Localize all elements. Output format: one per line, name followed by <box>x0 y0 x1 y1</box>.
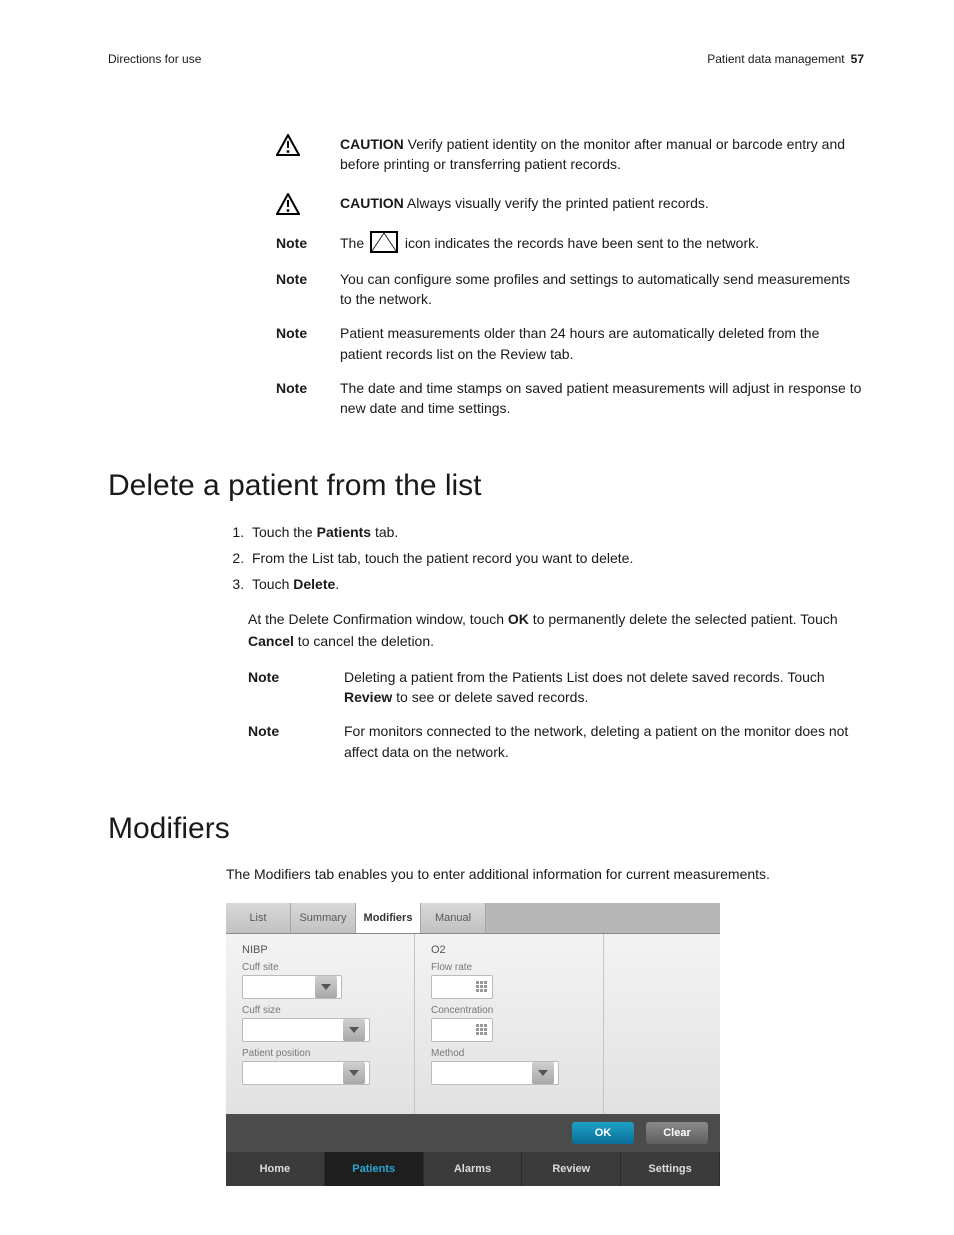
tab-modifiers[interactable]: Modifiers <box>356 903 421 933</box>
bottom-nav: Home Patients Alarms Review Settings <box>226 1152 720 1186</box>
note-label: Note <box>276 323 340 378</box>
note-row: Note Patient measurements older than 24 … <box>276 323 864 378</box>
nav-home[interactable]: Home <box>226 1152 325 1186</box>
caution-row: CAUTION Always visually verify the print… <box>276 193 864 215</box>
panel-title-nibp: NIBP <box>242 944 402 956</box>
envelope-icon <box>370 231 398 253</box>
input-cuff-size[interactable] <box>242 1018 370 1042</box>
note-label: Note <box>276 378 340 433</box>
caution-text: Always visually verify the printed patie… <box>407 195 709 211</box>
page-number: 57 <box>851 52 864 66</box>
label-cuff-site: Cuff site <box>242 962 402 973</box>
note-row: Note The date and time stamps on saved p… <box>276 378 864 433</box>
input-patient-position[interactable] <box>242 1061 370 1085</box>
caution-text: Verify patient identity on the monitor a… <box>340 136 845 172</box>
section-title-delete: Delete a patient from the list <box>108 469 864 503</box>
caution-icon <box>276 134 340 156</box>
device-screenshot: List Summary Modifiers Manual NIBP Cuff … <box>226 903 720 1186</box>
label-cuff-size: Cuff size <box>242 1005 402 1016</box>
note-text-post: icon indicates the records have been sen… <box>405 235 759 251</box>
ok-button[interactable]: OK <box>572 1122 634 1144</box>
note-text: For monitors connected to the network, d… <box>344 721 864 776</box>
note-row: Note Deleting a patient from the Patient… <box>248 667 864 722</box>
panel-o2: O2 Flow rate Concentration Method <box>414 934 603 1114</box>
caution-label: CAUTION <box>340 195 404 211</box>
label-method: Method <box>431 1048 591 1059</box>
tab-strip: List Summary Modifiers Manual <box>226 903 720 934</box>
nav-settings[interactable]: Settings <box>621 1152 720 1186</box>
step-1: Touch the Patients tab. <box>248 521 864 543</box>
step-3: Touch Delete. <box>248 573 864 595</box>
nav-review[interactable]: Review <box>522 1152 621 1186</box>
chevron-down-icon[interactable] <box>343 1062 365 1084</box>
note-text: The date and time stamps on saved patien… <box>340 378 864 433</box>
modifiers-intro-text: The Modifiers tab enables you to enter a… <box>226 864 864 885</box>
note-row: Note You can configure some profiles and… <box>276 269 864 324</box>
nav-alarms[interactable]: Alarms <box>424 1152 523 1186</box>
caution-icon <box>276 193 340 215</box>
note-label: Note <box>248 721 344 776</box>
chevron-down-icon[interactable] <box>315 976 337 998</box>
note-text: Patient measurements older than 24 hours… <box>340 323 864 378</box>
panel-nibp: NIBP Cuff site Cuff size Patient positio… <box>226 934 414 1114</box>
clear-button[interactable]: Clear <box>646 1122 708 1144</box>
note-label: Note <box>276 233 340 269</box>
label-concentration: Concentration <box>431 1005 591 1016</box>
input-method[interactable] <box>431 1061 559 1085</box>
running-header: Directions for use Patient data manageme… <box>108 52 864 66</box>
section-title-modifiers: Modifiers <box>108 812 864 846</box>
input-cuff-site[interactable] <box>242 975 342 999</box>
input-concentration[interactable] <box>431 1018 493 1042</box>
action-bar: OK Clear <box>226 1114 720 1152</box>
keypad-icon <box>476 981 488 993</box>
panel-empty <box>603 934 720 1114</box>
panel-title-o2: O2 <box>431 944 591 956</box>
note-label: Note <box>276 269 340 324</box>
keypad-icon <box>476 1024 488 1036</box>
label-flow-rate: Flow rate <box>431 962 591 973</box>
note-label: Note <box>248 667 344 722</box>
caution-row: CAUTION Verify patient identity on the m… <box>276 134 864 175</box>
caution-label: CAUTION <box>340 136 404 152</box>
tab-summary[interactable]: Summary <box>291 903 356 933</box>
header-left: Directions for use <box>108 52 201 66</box>
note-row: Note The icon indicates the records have… <box>276 233 864 269</box>
note-text-pre: The <box>340 235 368 251</box>
tab-list[interactable]: List <box>226 903 291 933</box>
delete-confirmation-text: At the Delete Confirmation window, touch… <box>248 608 864 653</box>
label-patient-position: Patient position <box>242 1048 402 1059</box>
chevron-down-icon[interactable] <box>532 1062 554 1084</box>
nav-patients[interactable]: Patients <box>325 1152 424 1186</box>
note-text: Deleting a patient from the Patients Lis… <box>344 669 825 685</box>
note-row: Note For monitors connected to the netwo… <box>248 721 864 776</box>
header-right-text: Patient data management <box>707 52 844 66</box>
tab-manual[interactable]: Manual <box>421 903 486 933</box>
step-2: From the List tab, touch the patient rec… <box>248 547 864 569</box>
input-flow-rate[interactable] <box>431 975 493 999</box>
note-text: You can configure some profiles and sett… <box>340 269 864 324</box>
chevron-down-icon[interactable] <box>343 1019 365 1041</box>
